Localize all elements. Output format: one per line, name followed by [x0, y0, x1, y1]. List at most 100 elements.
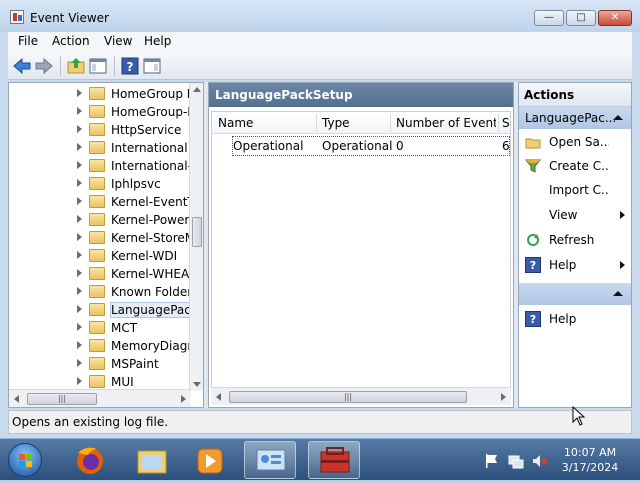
expand-arrow-icon[interactable]: [77, 323, 82, 331]
collapse-caret-icon[interactable]: [613, 291, 623, 296]
maximize-button[interactable]: □: [566, 10, 596, 26]
menu-help[interactable]: Help: [144, 34, 171, 48]
action-label: View: [549, 208, 578, 222]
cell-size: 6: [502, 139, 510, 153]
folder-icon: [89, 339, 105, 352]
tree-item[interactable]: LanguagePack: [9, 301, 190, 319]
tree-item[interactable]: Iphlpsvc: [9, 175, 189, 193]
tree-item-label: LanguagePack: [110, 302, 190, 318]
collapse-caret-icon[interactable]: [613, 115, 623, 120]
tree-item-label: HttpService: [111, 123, 182, 137]
expand-arrow-icon[interactable]: [77, 107, 82, 115]
table-row[interactable]: Operational Operational 0 6: [232, 136, 510, 156]
tree-item[interactable]: MSPaint: [9, 355, 189, 373]
tree-item[interactable]: Kernel-EventTr: [9, 193, 189, 211]
actions-section-languagepack[interactable]: LanguagePac...: [519, 107, 631, 129]
expand-arrow-icon[interactable]: [77, 359, 82, 367]
taskbar-media-player[interactable]: [184, 441, 236, 479]
forward-arrow-icon[interactable]: [34, 56, 54, 76]
taskbar-event-viewer[interactable]: [308, 441, 360, 479]
action-help[interactable]: ? Help: [519, 254, 631, 276]
scroll-left-arrow-icon[interactable]: [14, 395, 19, 403]
menu-view[interactable]: View: [104, 34, 132, 48]
actions-section-second[interactable]: [519, 283, 631, 305]
tree-item[interactable]: International: [9, 139, 189, 157]
tree-vertical-scrollbar[interactable]: [189, 83, 203, 391]
expand-arrow-icon[interactable]: [77, 269, 82, 277]
expand-arrow-icon[interactable]: [77, 341, 82, 349]
volume-muted-icon[interactable]: [532, 453, 548, 469]
close-button[interactable]: ✕: [598, 10, 632, 26]
expand-arrow-icon[interactable]: [77, 287, 82, 295]
back-arrow-icon[interactable]: [12, 56, 32, 76]
action-label: Create C...: [549, 159, 609, 173]
toolbar: ?: [8, 52, 632, 80]
taskbar-firefox[interactable]: [64, 441, 116, 479]
action-create-custom-view[interactable]: Create C...: [519, 155, 631, 177]
start-button[interactable]: [8, 443, 42, 477]
help-icon[interactable]: ?: [120, 56, 140, 76]
action-view[interactable]: View: [519, 204, 631, 226]
network-icon[interactable]: [508, 453, 524, 469]
action-import-custom-view[interactable]: Import C...: [519, 179, 631, 201]
tree-item[interactable]: Known Folders: [9, 283, 189, 301]
tree-horizontal-scrollbar[interactable]: |||: [9, 389, 191, 407]
tree-item[interactable]: Kernel-StoreM: [9, 229, 189, 247]
menu-file[interactable]: File: [18, 34, 38, 48]
scroll-thumb[interactable]: [192, 217, 202, 247]
tree-item[interactable]: HttpService: [9, 121, 189, 139]
column-divider[interactable]: [390, 114, 391, 132]
column-type[interactable]: Type: [322, 116, 388, 130]
tree-item[interactable]: Kernel-WHEA: [9, 265, 189, 283]
action-refresh[interactable]: Refresh: [519, 229, 631, 251]
scroll-down-arrow-icon[interactable]: [193, 382, 201, 387]
expand-arrow-icon[interactable]: [77, 161, 82, 169]
tree-item-label: MUI: [111, 375, 134, 389]
submenu-arrow-icon: [620, 211, 625, 219]
scroll-left-arrow-icon[interactable]: [216, 393, 221, 401]
scroll-up-arrow-icon[interactable]: [193, 87, 201, 92]
tree-item-label: Kernel-WDI: [111, 249, 178, 263]
tree-item[interactable]: Kernel-Power: [9, 211, 189, 229]
expand-arrow-icon[interactable]: [77, 215, 82, 223]
flag-icon[interactable]: [484, 453, 500, 469]
menu-action[interactable]: Action: [52, 34, 90, 48]
expand-arrow-icon[interactable]: [77, 179, 82, 187]
minimize-button[interactable]: —: [534, 10, 564, 26]
expand-arrow-icon[interactable]: [77, 89, 82, 97]
action-help-2[interactable]: ? Help: [519, 308, 631, 330]
expand-arrow-icon[interactable]: [77, 377, 82, 385]
column-divider[interactable]: [498, 114, 499, 132]
scroll-right-arrow-icon[interactable]: [501, 393, 506, 401]
taskbar-file-explorer[interactable]: [126, 441, 178, 479]
column-size[interactable]: S: [502, 116, 510, 130]
expand-arrow-icon[interactable]: [77, 197, 82, 205]
system-clock[interactable]: 10:07 AM 3/17/2024: [560, 445, 620, 475]
log-horizontal-scrollbar[interactable]: |||: [211, 387, 511, 405]
expand-arrow-icon[interactable]: [77, 125, 82, 133]
tree-item[interactable]: HomeGroup-L: [9, 103, 189, 121]
expand-arrow-icon[interactable]: [77, 305, 82, 313]
taskbar-network-control-panel[interactable]: [244, 441, 296, 479]
action-open-saved-log[interactable]: Open Sa...: [519, 131, 631, 153]
tree-item[interactable]: Kernel-WDI: [9, 247, 189, 265]
show-hide-console-tree-icon[interactable]: [88, 56, 108, 76]
maximize-icon: □: [576, 12, 586, 23]
tree-item[interactable]: International-R: [9, 157, 189, 175]
scroll-right-arrow-icon[interactable]: [181, 395, 186, 403]
help-icon: ?: [525, 311, 541, 327]
column-number-of-events[interactable]: Number of Events: [396, 116, 496, 130]
up-folder-icon[interactable]: [66, 56, 86, 76]
scroll-thumb[interactable]: |||: [27, 393, 97, 405]
column-name[interactable]: Name: [218, 116, 314, 130]
tree-item[interactable]: MemoryDiagn: [9, 337, 189, 355]
title-bar[interactable]: Event Viewer — □ ✕: [0, 0, 640, 32]
tree-item[interactable]: HomeGroup P: [9, 85, 189, 103]
expand-arrow-icon[interactable]: [77, 143, 82, 151]
scroll-thumb[interactable]: |||: [229, 391, 467, 403]
tree-item[interactable]: MCT: [9, 319, 189, 337]
expand-arrow-icon[interactable]: [77, 233, 82, 241]
expand-arrow-icon[interactable]: [77, 251, 82, 259]
column-divider[interactable]: [316, 114, 317, 132]
show-hide-action-pane-icon[interactable]: [142, 56, 162, 76]
